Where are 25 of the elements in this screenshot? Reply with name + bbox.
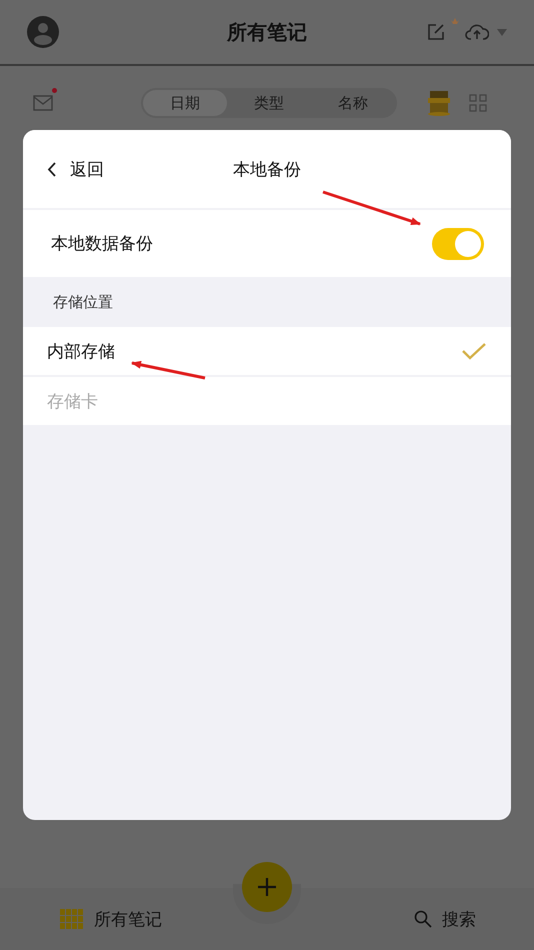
dialog-title: 本地备份 [233,160,301,180]
avatar-icon[interactable] [27,16,59,48]
nav-tab[interactable]: 搜索 [414,908,476,930]
sort-tab[interactable]: 类型 [227,90,311,116]
nav-tab[interactable]: 所有笔记 [60,908,162,930]
back-button[interactable]: 返回 [43,154,108,184]
back-icon [47,162,56,176]
mail-icon[interactable] [33,95,53,111]
page-title: 所有笔记 [227,20,307,44]
storage-option[interactable]: 内部存储 [23,327,511,377]
sort-tab[interactable]: 名称 [311,90,395,116]
plus-icon [258,878,276,896]
caret-icon[interactable] [497,28,507,36]
edit-icon[interactable] [427,23,445,41]
toggle-switch[interactable] [432,228,484,260]
grid-view-icon[interactable] [469,94,487,112]
sort-tab[interactable]: 日期 [143,90,227,116]
setting-label: 本地数据备份 [51,233,153,255]
crown-icon [451,18,459,25]
add-button[interactable] [242,862,292,912]
grid-icon [60,909,84,929]
section-header: 存储位置 [53,292,113,312]
cloud-upload-icon[interactable] [465,23,489,41]
shop-icon[interactable] [426,90,452,116]
search-icon [414,910,432,928]
